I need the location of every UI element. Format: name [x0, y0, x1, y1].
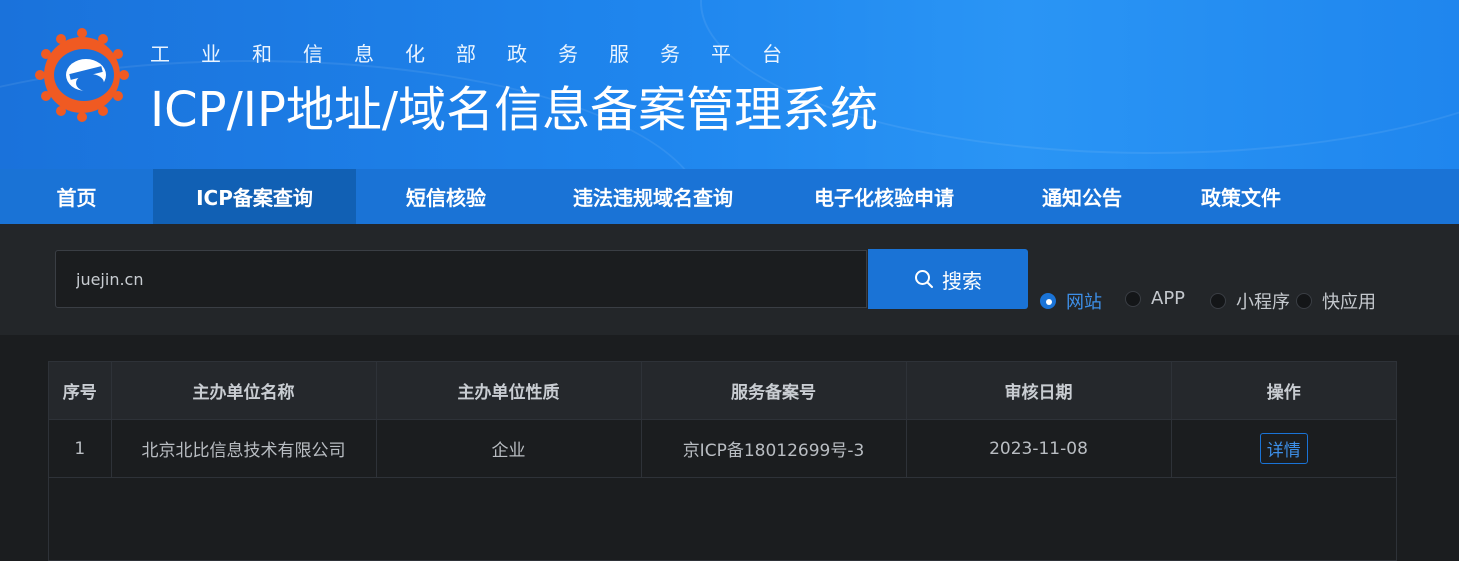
column-header: 主办单位名称 [111, 362, 377, 420]
nav-item-policies[interactable]: 政策文件 [1166, 169, 1316, 224]
cell-index: 1 [49, 419, 112, 478]
nav-item-e-verify[interactable]: 电子化核验申请 [770, 169, 998, 224]
column-header: 序号 [49, 362, 112, 420]
cell-org-type: 企业 [376, 419, 642, 478]
search-button[interactable]: 搜索 [868, 249, 1028, 309]
column-header: 服务备案号 [641, 362, 907, 420]
search-input[interactable] [55, 250, 867, 308]
results-table: 序号 主办单位名称 主办单位性质 服务备案号 审核日期 操作 1 北京北比信息技… [48, 361, 1397, 561]
nav-item-notices[interactable]: 通知公告 [998, 169, 1166, 224]
cell-record-no: 京ICP备18012699号-3 [641, 419, 907, 478]
radio-label: 快应用 [1322, 292, 1376, 313]
cell-action: 详情 [1171, 419, 1396, 478]
radio-label: 小程序 [1236, 292, 1290, 313]
nav-item-icp-query[interactable]: ICP备案查询 [153, 169, 356, 224]
radio-dot [1210, 293, 1226, 309]
cell-org-name: 北京北比信息技术有限公司 [111, 419, 377, 478]
column-header: 主办单位性质 [376, 362, 642, 420]
radio-website[interactable]: 网站 [1040, 288, 1102, 314]
radio-dot [1040, 293, 1056, 309]
nav-item-label: 电子化核验申请 [814, 186, 954, 210]
table-header-row: 序号 主办单位名称 主办单位性质 服务备案号 审核日期 操作 [49, 362, 1396, 420]
nav-item-label: 通知公告 [1042, 186, 1122, 210]
column-header: 操作 [1171, 362, 1396, 420]
search-button-label: 搜索 [942, 268, 982, 293]
radio-dot [1125, 290, 1141, 307]
cell-date: 2023-11-08 [906, 419, 1172, 478]
table-row: 1 北京北比信息技术有限公司 企业 京ICP备18012699号-3 2023-… [49, 419, 1396, 478]
nav-item-label: ICP备案查询 [196, 186, 313, 210]
radio-label: APP [1151, 288, 1186, 309]
radio-app[interactable]: APP [1125, 288, 1185, 309]
nav-item-illegal-domain[interactable]: 违法违规域名查询 [536, 169, 770, 224]
page-title: ICP/IP地址/域名信息备案管理系统 [150, 82, 879, 138]
radio-dot [1296, 293, 1312, 309]
header-banner: 工业和信息化部政务服务平台 ICP/IP地址/域名信息备案管理系统 [0, 0, 1459, 169]
details-button[interactable]: 详情 [1259, 433, 1308, 464]
nav-item-label: 违法违规域名查询 [573, 186, 733, 210]
radio-label: 网站 [1066, 292, 1102, 313]
nav-item-label: 首页 [56, 186, 97, 210]
column-header: 审核日期 [906, 362, 1172, 420]
main-nav: 首页 ICP备案查询 短信核验 违法违规域名查询 电子化核验申请 通知公告 政策… [0, 169, 1459, 224]
nav-item-label: 政策文件 [1201, 186, 1281, 210]
nav-item-label: 短信核验 [406, 186, 486, 210]
nav-item-sms-verify[interactable]: 短信核验 [356, 169, 536, 224]
search-panel: 搜索 网站 APP 小程序 快应用 [0, 224, 1459, 335]
radio-quick-app[interactable]: 快应用 [1296, 288, 1376, 314]
miit-logo-icon [35, 28, 129, 122]
radio-mini-program[interactable]: 小程序 [1210, 288, 1290, 314]
search-icon [915, 270, 933, 288]
portal-subtitle: 工业和信息化部政务服务平台 [150, 42, 813, 66]
nav-item-home[interactable]: 首页 [0, 169, 153, 224]
